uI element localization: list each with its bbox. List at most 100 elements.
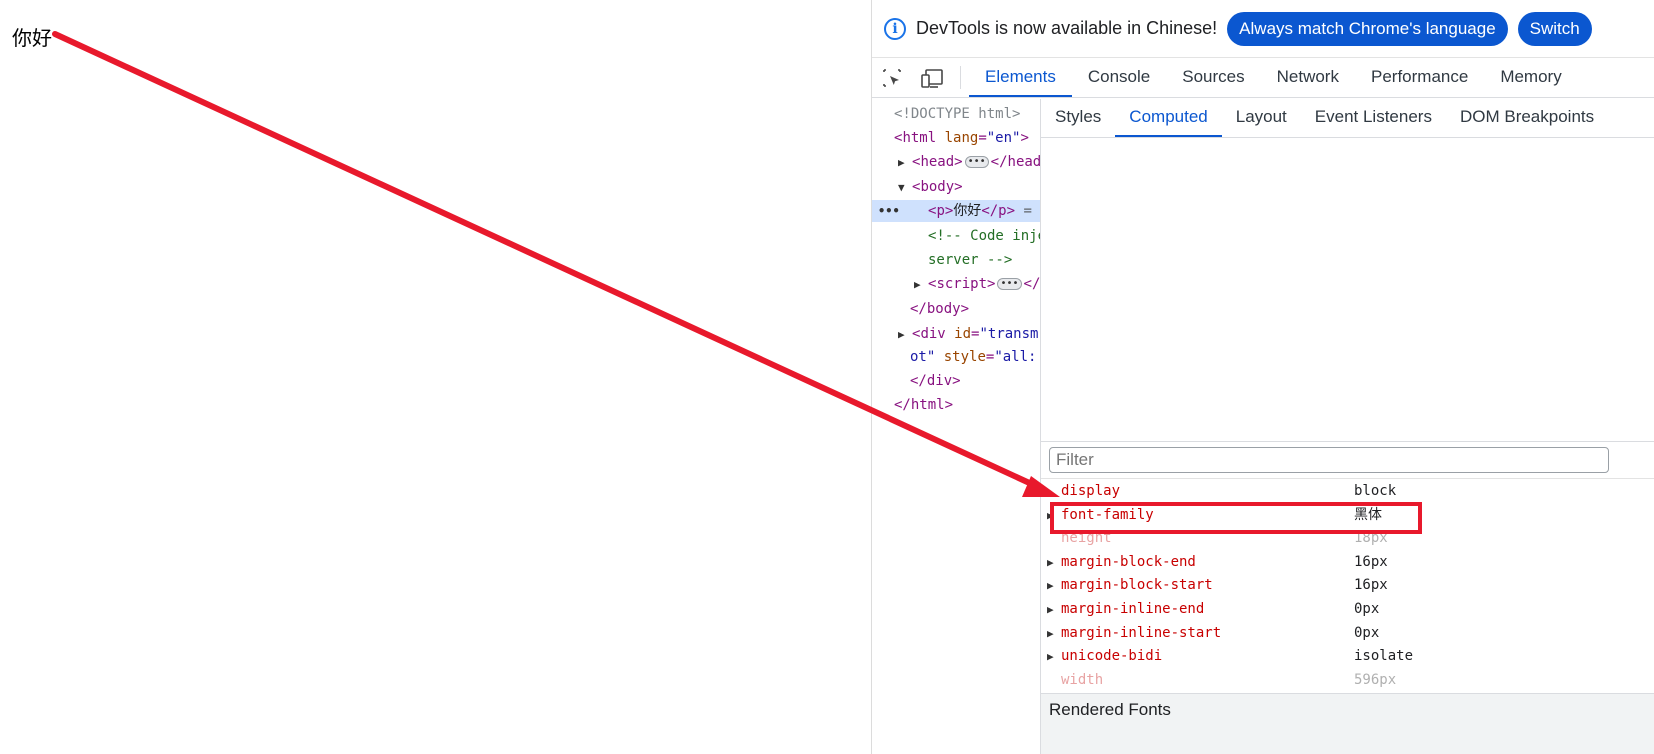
- page-viewport: 你好: [0, 0, 871, 754]
- rendered-fonts-section[interactable]: Rendered Fonts: [1041, 693, 1654, 754]
- head-close-tag: </head: [990, 154, 1040, 170]
- devtools-panel: i DevTools is now available in Chinese! …: [871, 0, 1654, 754]
- dom-node-body[interactable]: ▼ <body>: [872, 176, 1040, 198]
- tab-console[interactable]: Console: [1072, 58, 1166, 97]
- html-close-tag: </html>: [894, 397, 954, 413]
- comment-line-1: <!-- Code inje: [928, 228, 1040, 244]
- computed-property-row[interactable]: ▶ unicode-bidi isolate: [1041, 645, 1654, 668]
- expand-triangle-icon[interactable]: ▶: [914, 274, 928, 296]
- tab-layout[interactable]: Layout: [1222, 99, 1301, 137]
- tab-event-listeners[interactable]: Event Listeners: [1301, 99, 1446, 137]
- dom-node-body-close[interactable]: </body>: [872, 298, 1040, 320]
- annotation-highlight-box: [1050, 502, 1422, 534]
- more-options-icon[interactable]: •••: [878, 200, 900, 222]
- switch-language-button[interactable]: Switch: [1517, 11, 1592, 46]
- expand-triangle-icon[interactable]: ▶: [1047, 598, 1054, 621]
- html-attr-name: lang: [944, 130, 979, 146]
- body-tag-name: body: [920, 179, 955, 195]
- dom-node-script[interactable]: ▶ <script> ••• </: [872, 273, 1040, 295]
- computed-property-row[interactable]: ▶ margin-inline-start 0px: [1041, 622, 1654, 645]
- expand-triangle-icon[interactable]: ▶: [898, 152, 912, 174]
- p-tag-name: p: [936, 203, 945, 219]
- box-model-area: [1041, 139, 1654, 441]
- filter-input[interactable]: [1049, 447, 1609, 473]
- property-value: 16px: [1354, 553, 1388, 570]
- ellipsis-icon[interactable]: •••: [997, 278, 1022, 290]
- tab-memory[interactable]: Memory: [1484, 58, 1577, 97]
- p-suffix: =: [1023, 203, 1032, 219]
- property-value: 596px: [1354, 671, 1397, 688]
- dom-node-div-close[interactable]: </div>: [872, 370, 1040, 392]
- body-close-tag: </body>: [910, 301, 970, 317]
- info-icon: i: [884, 17, 906, 40]
- div-close-tag: </div>: [910, 373, 961, 389]
- page-paragraph: 你好: [12, 26, 52, 50]
- div-style-value: "all:: [994, 349, 1037, 365]
- device-toolbar-icon[interactable]: [912, 58, 952, 97]
- property-name: display: [1061, 483, 1121, 499]
- sidebar-tabs: Styles Computed Layout Event Listeners D…: [1041, 99, 1654, 138]
- expand-triangle-icon[interactable]: ▶: [898, 324, 912, 346]
- expand-triangle-icon[interactable]: ▶: [1047, 645, 1054, 668]
- computed-property-row[interactable]: display block: [1041, 480, 1654, 503]
- p-close-tag-name: p: [998, 203, 1007, 219]
- property-name: unicode-bidi: [1061, 648, 1163, 665]
- property-name: margin-block-end: [1061, 553, 1196, 570]
- dom-node-p-selected[interactable]: ••• <p>你好</p> =: [872, 200, 1040, 222]
- property-name: margin-block-start: [1061, 577, 1213, 594]
- property-value: 0px: [1354, 624, 1380, 641]
- div-attr-value: "transm: [979, 326, 1039, 342]
- script-tag-name: script: [936, 276, 988, 292]
- dom-node-div[interactable]: ▶ <div id="transm: [872, 323, 1040, 345]
- dom-tree: <!DOCTYPE html> <html lang="en"> ▶ <head>…: [872, 99, 1040, 754]
- dom-node-head[interactable]: ▶ <head> ••• </head: [872, 151, 1040, 173]
- div-tag-name: div: [920, 326, 946, 342]
- expand-triangle-icon[interactable]: ▶: [1047, 574, 1054, 597]
- ellipsis-icon[interactable]: •••: [964, 156, 989, 168]
- computed-property-row[interactable]: ▶ margin-inline-end 0px: [1041, 598, 1654, 621]
- dom-node-div-cont: ot" style="all:: [910, 349, 1037, 365]
- expand-triangle-icon[interactable]: ▶: [1047, 622, 1054, 645]
- div-attr-name: id: [954, 326, 972, 342]
- dom-node-html-close[interactable]: </html>: [872, 394, 1040, 416]
- dom-node-comment[interactable]: <!-- Code inje: [872, 225, 1040, 247]
- doctype-text: <!DOCTYPE html>: [894, 106, 1021, 122]
- head-tag-name: head: [920, 154, 955, 170]
- dom-node-comment-cont: server -->: [872, 249, 1040, 271]
- computed-property-row[interactable]: width 596px: [1041, 669, 1654, 692]
- computed-property-row[interactable]: ▶ margin-block-start 16px: [1041, 574, 1654, 597]
- div-attr-value-cont: ot": [910, 349, 936, 365]
- tab-network[interactable]: Network: [1261, 58, 1355, 97]
- html-tag-name: html: [902, 130, 937, 146]
- property-value: block: [1354, 483, 1397, 499]
- collapse-triangle-icon[interactable]: ▼: [898, 177, 912, 199]
- tab-styles[interactable]: Styles: [1041, 99, 1115, 137]
- filter-row: [1041, 441, 1654, 479]
- property-value: isolate: [1354, 648, 1414, 665]
- html-attr-value: "en": [986, 130, 1021, 146]
- tab-dom-breakpoints[interactable]: DOM Breakpoints: [1446, 99, 1608, 137]
- property-name: width: [1061, 671, 1104, 688]
- tab-sources[interactable]: Sources: [1166, 58, 1260, 97]
- tab-performance[interactable]: Performance: [1355, 58, 1484, 97]
- comment-line-2: server -->: [928, 252, 1013, 268]
- toolbar-divider: [960, 66, 961, 89]
- tab-elements[interactable]: Elements: [969, 58, 1072, 97]
- match-language-button[interactable]: Always match Chrome's language: [1227, 11, 1508, 46]
- inspect-element-icon[interactable]: [872, 58, 912, 97]
- language-infobar: i DevTools is now available in Chinese! …: [872, 0, 1654, 58]
- computed-property-row[interactable]: ▶ margin-block-end 16px: [1041, 551, 1654, 574]
- dom-node-doctype[interactable]: <!DOCTYPE html>: [872, 103, 1040, 125]
- infobar-message: DevTools is now available in Chinese!: [916, 18, 1218, 38]
- property-name: margin-inline-start: [1061, 624, 1222, 641]
- tab-computed[interactable]: Computed: [1115, 99, 1222, 137]
- rendered-fonts-label: Rendered Fonts: [1049, 700, 1171, 719]
- property-name: margin-inline-end: [1061, 601, 1205, 617]
- computed-sidebar: Styles Computed Layout Event Listeners D…: [1040, 99, 1654, 754]
- property-value: 16px: [1354, 577, 1388, 594]
- expand-triangle-icon[interactable]: ▶: [1047, 551, 1054, 574]
- div-style-attr: style: [943, 349, 986, 365]
- property-value: 0px: [1354, 601, 1380, 617]
- dom-node-html[interactable]: <html lang="en">: [872, 127, 1040, 149]
- devtools-toolbar: Elements Console Sources Network Perform…: [872, 58, 1654, 98]
